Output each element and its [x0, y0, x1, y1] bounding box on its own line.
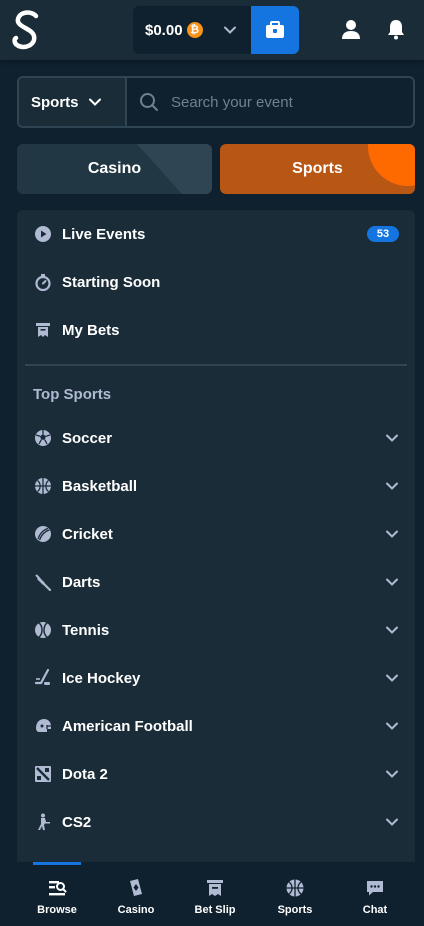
nav-label: Sports	[277, 904, 313, 916]
nav-label: Bet Slip	[194, 904, 236, 916]
stopwatch-icon	[34, 273, 52, 291]
sport-item-label: Ice Hockey	[62, 669, 141, 687]
sport-item-label: Cricket	[62, 525, 113, 543]
top-bar: $0.00 ₿	[0, 0, 424, 60]
cricket-icon	[34, 525, 52, 543]
chevron-down-icon	[386, 578, 398, 586]
sport-item-cs2[interactable]: CS2	[17, 798, 415, 846]
nav-sports[interactable]: Sports	[255, 862, 335, 926]
wallet-balance[interactable]: $0.00 ₿	[133, 6, 251, 54]
sport-item-label: CS2	[62, 813, 92, 831]
nav-label: Browse	[37, 904, 77, 916]
chevron-down-icon	[386, 818, 398, 826]
nav-chat[interactable]: Chat	[335, 862, 415, 926]
basketball-icon	[34, 477, 52, 495]
cs2-icon	[34, 813, 52, 831]
ice-hockey-icon	[34, 669, 52, 687]
search-input[interactable]	[171, 93, 391, 111]
bell-icon[interactable]	[385, 18, 407, 40]
sport-item-ice-hockey[interactable]: Ice Hockey	[17, 654, 415, 702]
casino-toggle-label: Casino	[87, 160, 142, 177]
logo-icon[interactable]	[10, 8, 44, 52]
nav-browse[interactable]: Browse	[17, 862, 97, 926]
chevron-down-icon	[386, 530, 398, 538]
top-sports-title: Top Sports	[33, 386, 112, 403]
sport-item-label: Darts	[62, 573, 101, 591]
darts-icon	[34, 573, 52, 591]
wallet-icon	[266, 21, 284, 38]
nav-bet-slip[interactable]: Bet Slip	[175, 862, 255, 926]
chevron-down-icon	[386, 626, 398, 634]
menu-item-my-bets[interactable]: My Bets	[17, 306, 415, 354]
menu-item-label: My Bets	[62, 321, 120, 339]
search-field[interactable]	[127, 78, 413, 126]
live-events-icon	[34, 225, 52, 243]
search-icon	[140, 93, 158, 111]
sport-item-label: Basketball	[62, 477, 138, 495]
menu-item-live-events[interactable]: Live Events 53	[17, 210, 415, 258]
wallet-button[interactable]	[251, 6, 299, 54]
divider	[25, 364, 407, 366]
american-football-icon	[34, 717, 52, 735]
chevron-down-icon	[386, 770, 398, 778]
sport-item-label: American Football	[62, 717, 193, 735]
sport-item-label: Soccer	[62, 429, 113, 447]
chevron-down-icon	[224, 26, 236, 34]
nav-label: Chat	[362, 904, 388, 916]
bet-slip-icon	[207, 880, 223, 896]
sport-item-tennis[interactable]: Tennis	[17, 606, 415, 654]
menu-item-label: Starting Soon	[62, 273, 161, 291]
bitcoin-icon: ₿	[186, 22, 203, 38]
browse-icon	[49, 881, 67, 896]
live-count-badge: 53	[367, 226, 399, 242]
chevron-down-icon	[386, 434, 398, 442]
soccer-icon	[34, 429, 52, 447]
sport-select-label: Sports	[31, 93, 79, 111]
casino-toggle-button[interactable]: Casino	[17, 144, 212, 194]
sport-item-soccer[interactable]: Soccer	[17, 414, 415, 462]
chevron-down-icon	[386, 674, 398, 682]
sports-menu-panel: Live Events 53 Starting Soon My Bets Top…	[17, 210, 415, 862]
menu-item-starting-soon[interactable]: Starting Soon	[17, 258, 415, 306]
chat-icon	[367, 881, 383, 896]
bottom-navigation: Browse Casino Bet Slip Sports Chat	[0, 862, 424, 926]
casino-icon	[130, 879, 142, 896]
menu-item-label: Live Events	[62, 225, 146, 243]
sport-item-basketball[interactable]: Basketball	[17, 462, 415, 510]
sport-item-dota-2[interactable]: Dota 2	[17, 750, 415, 798]
bet-slip-icon	[34, 321, 52, 339]
chevron-down-icon	[386, 722, 398, 730]
nav-casino[interactable]: Casino	[96, 862, 176, 926]
nav-label: Casino	[117, 904, 155, 916]
sport-select[interactable]: Sports	[19, 78, 127, 126]
user-icon[interactable]	[340, 18, 362, 40]
chevron-down-icon	[88, 98, 101, 106]
sports-icon	[286, 879, 304, 897]
search-bar: Sports	[17, 76, 415, 128]
sport-item-darts[interactable]: Darts	[17, 558, 415, 606]
sport-item-american-football[interactable]: American Football	[17, 702, 415, 750]
chevron-down-icon	[386, 482, 398, 490]
sport-item-label: Dota 2	[62, 765, 108, 783]
sport-item-cricket[interactable]: Cricket	[17, 510, 415, 558]
dota-2-icon	[34, 765, 52, 783]
sport-item-label: Tennis	[62, 621, 110, 639]
tennis-icon	[34, 621, 52, 639]
sports-toggle-button[interactable]: Sports	[220, 144, 415, 194]
balance-amount: $0.00	[145, 21, 183, 39]
sports-toggle-label: Sports	[292, 160, 343, 177]
